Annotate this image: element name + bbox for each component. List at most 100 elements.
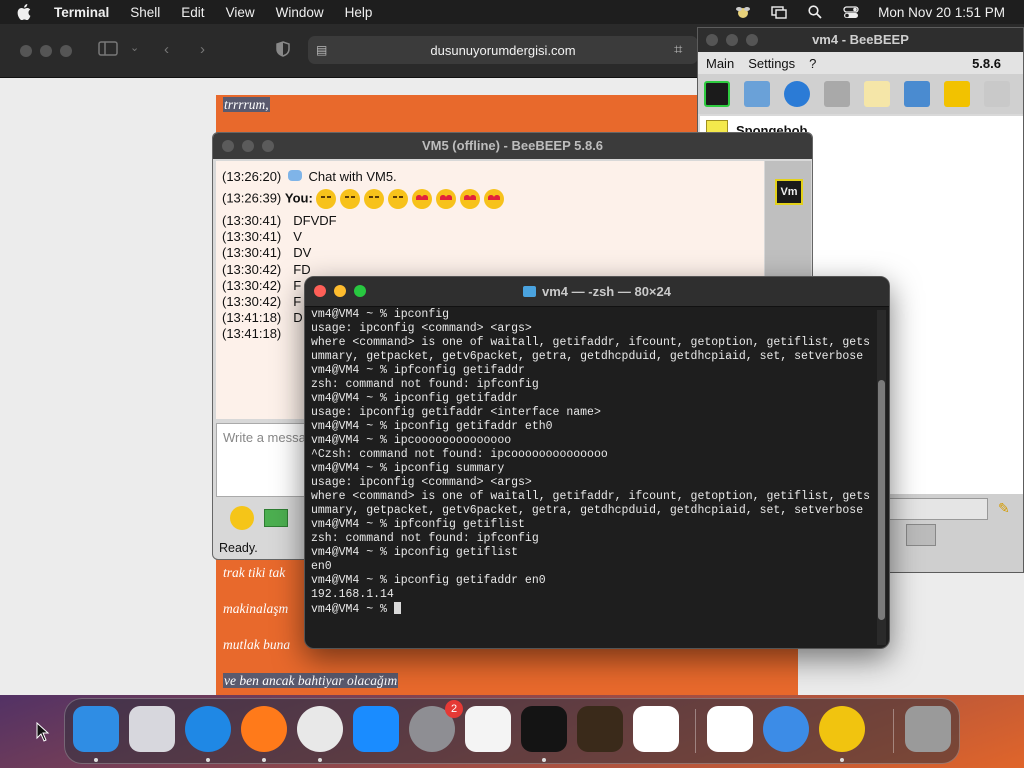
beebeep-icon[interactable] (819, 706, 865, 752)
chat-text: F (293, 277, 302, 293)
trash-icon[interactable] (984, 81, 1010, 107)
chat-time: (13:30:41) (222, 213, 282, 228)
terminal-line: vm4@VM4 ~ % (311, 602, 871, 617)
apple-icon[interactable] (17, 2, 37, 22)
send-envelope-icon[interactable] (264, 509, 288, 527)
scrollbar-thumb[interactable] (878, 380, 885, 620)
dock-separator (893, 709, 894, 753)
heart-eyes-emoji-icon (484, 189, 505, 209)
app-store-icon[interactable] (353, 706, 399, 752)
menu-window[interactable]: Window (276, 5, 324, 20)
back-arrow-icon[interactable]: ‹ (164, 41, 169, 58)
finder-icon[interactable] (73, 706, 119, 752)
firefox-icon[interactable] (241, 706, 287, 752)
beebeep-status-icon[interactable] (734, 4, 752, 20)
terminal-line: vm4@VM4 ~ % ipconfig summary (311, 462, 505, 475)
menu-view[interactable]: View (226, 5, 255, 20)
plugins-icon[interactable] (904, 81, 930, 107)
spotlight-search-icon[interactable] (806, 4, 824, 20)
garageband-icon[interactable] (577, 706, 623, 752)
close-button[interactable] (706, 34, 718, 46)
status-text: Ready. (219, 541, 258, 555)
chrome-icon[interactable] (297, 706, 343, 752)
zoom-button[interactable] (354, 285, 366, 297)
menu-main[interactable]: Main (706, 56, 734, 71)
terminal-line: 192.168.1.14 (311, 588, 394, 601)
version-label: 5.8.6 (972, 55, 1001, 71)
close-button[interactable] (222, 140, 234, 152)
trash-icon[interactable] (905, 706, 951, 752)
minimize-button[interactable] (242, 140, 254, 152)
menu-shell[interactable]: Shell (130, 5, 160, 20)
folder-icon[interactable] (824, 81, 850, 107)
window-title: VM5 (offline) - BeeBEEP 5.8.6 (213, 133, 812, 159)
scrollbar[interactable] (877, 310, 886, 645)
notification-badge: 2 (445, 700, 463, 718)
zoom-button[interactable] (262, 140, 274, 152)
network-icon[interactable] (784, 81, 810, 107)
terminal-icon[interactable] (521, 706, 567, 752)
textedit-icon[interactable] (465, 706, 511, 752)
article-line: trrrrum, (223, 97, 270, 112)
folder-icon (523, 286, 536, 297)
terminal-output[interactable]: vm4@VM4 ~ % ipconfig usage: ipconfig <com… (311, 308, 871, 646)
kiss-emoji-icon (340, 189, 361, 209)
menu-help[interactable]: ? (809, 56, 816, 71)
chat-text: V (293, 229, 302, 245)
kiss-emoji-icon (388, 189, 409, 209)
chevron-down-icon[interactable]: ⌄ (130, 41, 139, 54)
chat-time: (13:41:18) (222, 310, 282, 326)
screen-mirroring-icon[interactable] (770, 4, 788, 20)
vm-status-icon[interactable] (704, 81, 730, 107)
translate-icon[interactable]: ⌗ (674, 41, 682, 58)
safari-icon[interactable] (185, 706, 231, 752)
menu-app-terminal[interactable]: Terminal (54, 5, 109, 20)
terminal-line: vm4@VM4 ~ % ipconfig getiflist (311, 546, 519, 559)
vm-avatar[interactable]: Vm (775, 179, 803, 205)
sidebar-toggle-icon[interactable] (98, 41, 118, 60)
window-title-text: VM5 (offline) - BeeBEEP 5.8.6 (421, 138, 604, 153)
menu-edit[interactable]: Edit (181, 5, 204, 20)
mouse-pointer-icon (36, 722, 50, 742)
menubar-clock[interactable]: Mon Nov 20 1:51 PM (878, 5, 1005, 20)
dock: 2 (64, 698, 960, 764)
pin-icon[interactable] (906, 524, 936, 546)
terminal-line: where <command> is one of waitall, getif… (311, 336, 870, 363)
pencil-icon[interactable]: ✎ (998, 500, 1010, 517)
reader-icon[interactable]: ▤ (316, 43, 327, 57)
emoticon-icon[interactable] (230, 506, 254, 530)
chat-text: FD (293, 261, 311, 277)
system-settings-icon[interactable]: 2 (409, 700, 463, 752)
close-button[interactable] (20, 45, 32, 57)
control-center-icon[interactable] (842, 4, 860, 20)
terminal-line: zsh: command not found: ipfconfig (311, 378, 539, 391)
vscode-icon[interactable] (633, 706, 679, 752)
weather-icon[interactable] (763, 706, 809, 752)
edit-profile-icon[interactable] (744, 81, 770, 107)
chat-time: (13:30:42) (222, 294, 282, 309)
chat-book-icon[interactable] (944, 81, 970, 107)
address-bar[interactable]: ▤ dusunuyorumdergisi.com (308, 36, 698, 64)
terminal-line: vm4@VM4 ~ % ipconfig getifaddr en0 (311, 574, 546, 587)
search-field[interactable] (888, 498, 988, 520)
window-title-text: vm4 - BeeBEEP (812, 32, 909, 47)
chat-message: (13:41:18) D (222, 310, 303, 325)
privacy-shield-icon[interactable] (276, 41, 290, 61)
menu-help[interactable]: Help (345, 5, 373, 20)
zoom-button[interactable] (60, 45, 72, 57)
window-title: vm4 - BeeBEEP (698, 28, 1023, 52)
menu-settings[interactable]: Settings (748, 56, 795, 71)
zoom-button[interactable] (746, 34, 758, 46)
minimize-button[interactable] (726, 34, 738, 46)
launchpad-icon[interactable] (129, 706, 175, 752)
minimize-button[interactable] (40, 45, 52, 57)
chat-text: D (293, 310, 303, 326)
minimize-button[interactable] (334, 285, 346, 297)
terminal-line: vm4@VM4 ~ % ipfconfig getifaddr (311, 364, 525, 377)
visual-studio-icon[interactable] (707, 706, 753, 752)
menu-bar: Terminal Shell Edit View Window Help Mon… (0, 0, 1024, 24)
write-icon[interactable] (864, 81, 890, 107)
close-button[interactable] (314, 285, 326, 297)
forward-arrow-icon[interactable]: › (200, 41, 205, 58)
terminal-line: usage: ipconfig <command> <args> (311, 476, 532, 489)
